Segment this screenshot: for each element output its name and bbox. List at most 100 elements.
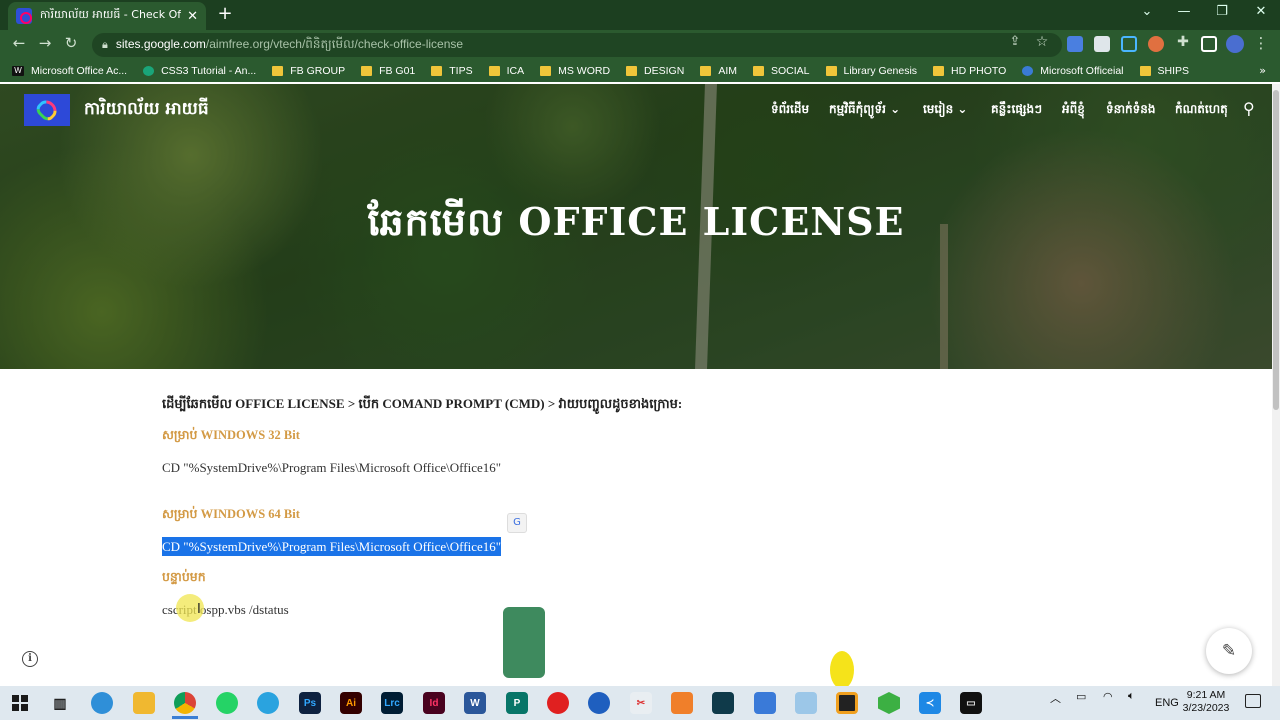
info-icon[interactable]: i	[22, 651, 38, 667]
app-yellow-icon[interactable]	[836, 692, 858, 714]
snipping-tool-icon[interactable]: ✂	[630, 692, 652, 714]
bookmark-item[interactable]: FB GROUP	[272, 65, 345, 77]
bookmark-item[interactable]: AIM	[700, 65, 737, 77]
task-view-icon[interactable]: ▥	[49, 692, 71, 714]
volume-icon[interactable]: 🔈︎	[1128, 690, 1135, 703]
extension-check-icon[interactable]	[1121, 36, 1137, 52]
nav-item-home[interactable]: ទំព័រដើម	[771, 101, 809, 119]
terminal-icon[interactable]: ▭	[960, 692, 982, 714]
bookmark-item[interactable]: SHIPS	[1139, 65, 1189, 77]
bookmark-item[interactable]: ICA	[488, 65, 524, 77]
bookmark-label: SOCIAL	[770, 65, 810, 77]
nav-item-contact[interactable]: ទំនាក់ទំនង	[1106, 101, 1156, 119]
folder-icon	[1139, 66, 1151, 76]
side-panel-icon[interactable]	[1201, 36, 1217, 52]
indesign-icon[interactable]: Id	[423, 692, 445, 714]
bookmark-label: FB G01	[379, 65, 416, 77]
bookmark-item[interactable]: CSS3 Tutorial - An...	[143, 65, 256, 77]
bookmark-item[interactable]: Microsoft Officeial	[1022, 65, 1124, 77]
site-name[interactable]: ការិយាល័យ អាយធី	[84, 98, 209, 123]
bookmark-label: MS WORD	[558, 65, 611, 77]
translate-selection-icon[interactable]: G	[507, 513, 527, 533]
text-cursor-icon: I	[197, 602, 201, 617]
extensions-puzzle-icon[interactable]: ✚	[1172, 34, 1194, 50]
battery-icon[interactable]: ▭	[1076, 690, 1086, 703]
back-icon[interactable]: ←	[8, 34, 30, 52]
edge-icon[interactable]	[91, 692, 113, 714]
profile-avatar[interactable]	[1226, 35, 1244, 53]
bookmark-label: Microsoft Officeial	[1040, 65, 1124, 77]
app-blue-circle-icon[interactable]	[588, 692, 610, 714]
maximize-button[interactable]: ❐	[1205, 4, 1239, 19]
language-indicator[interactable]: ENG	[1155, 697, 1179, 709]
scrollbar-thumb[interactable]	[1273, 90, 1279, 410]
nav-item-about[interactable]: អំពីខ្ញុំ	[1062, 101, 1085, 119]
extension-cookie-icon[interactable]	[1148, 36, 1164, 52]
notifications-icon[interactable]	[1245, 694, 1261, 708]
search-icon[interactable]: ⚲	[1243, 99, 1255, 118]
taskbar-clock[interactable]: 9:21 AM 3/23/2023	[1180, 689, 1232, 715]
nav-item-tips[interactable]: គន្លឹះផ្សេងៗ	[991, 101, 1042, 119]
bookmark-label: DESIGN	[644, 65, 685, 77]
word-icon[interactable]: W	[464, 692, 486, 714]
chrome-icon[interactable]	[174, 692, 196, 714]
extension-icon[interactable]	[1094, 36, 1110, 52]
bookmark-item[interactable]: DESIGN	[626, 65, 684, 77]
photoshop-icon[interactable]: Ps	[299, 692, 321, 714]
show-hidden-icons-icon[interactable]: ︿	[1050, 690, 1061, 706]
nav-item-software[interactable]: កម្មវិធីកុំព្យូទ័រ ⌄	[829, 101, 900, 119]
address-bar[interactable]: 🔒︎ sites.google.com/aimfree.org/vtech/ពិ…	[92, 33, 1062, 57]
app-dark-icon[interactable]	[712, 692, 734, 714]
publisher-icon[interactable]: P	[506, 692, 528, 714]
edit-pencil-button[interactable]: ✎	[1206, 628, 1252, 674]
browser-tab-active[interactable]: ការិយាល័យ អាយធី - Check Office ✕	[8, 2, 206, 30]
share-icon[interactable]: ⇪	[1004, 34, 1026, 49]
nav-item-log[interactable]: កំណត់ហេតុ	[1175, 101, 1228, 119]
bookmark-item[interactable]: TIPS	[431, 65, 473, 77]
vscode-icon[interactable]: ≺	[919, 692, 941, 714]
whatsapp-icon[interactable]	[216, 692, 238, 714]
bookmark-item[interactable]: HD PHOTO	[933, 65, 1006, 77]
tab-search-chevron-icon[interactable]: ⌄	[1130, 4, 1164, 19]
file-explorer-icon[interactable]	[133, 692, 155, 714]
folder-icon	[933, 66, 945, 76]
bookmark-item[interactable]: FB G01	[361, 65, 415, 77]
heart-logo-icon	[33, 96, 61, 124]
nav-item-lessons[interactable]: មេរៀន ⌄	[923, 101, 967, 119]
bookmark-star-icon[interactable]: ☆	[1031, 34, 1053, 50]
folder-icon	[626, 66, 638, 76]
acrobat-icon[interactable]	[547, 692, 569, 714]
folder-icon	[431, 66, 443, 76]
telegram-icon[interactable]	[257, 692, 279, 714]
yellow-overlay-shape	[830, 651, 854, 689]
forward-icon[interactable]: →	[34, 34, 56, 52]
reload-icon[interactable]: ↻	[60, 34, 82, 52]
windows-start-icon[interactable]	[12, 695, 28, 711]
folder-icon	[540, 66, 552, 76]
app-orange-icon[interactable]	[671, 692, 693, 714]
tab-close-icon[interactable]: ✕	[187, 9, 198, 24]
bookmark-item[interactable]: Library Genesis	[825, 65, 917, 77]
minimize-button[interactable]: —	[1167, 4, 1201, 19]
site-logo[interactable]	[24, 94, 70, 126]
menu-kebab-icon[interactable]: ⋮	[1250, 34, 1272, 52]
folder-icon	[825, 66, 837, 76]
app-blue-icon[interactable]	[754, 692, 776, 714]
app-light-icon[interactable]	[795, 692, 817, 714]
illustrator-icon[interactable]: Ai	[340, 692, 362, 714]
bookmark-label: CSS3 Tutorial - An...	[161, 65, 257, 77]
bookmark-label: Microsoft Office Ac...	[31, 65, 128, 77]
command-64bit[interactable]: CD "%SystemDrive%\Program Files\Microsof…	[162, 537, 502, 556]
translate-extension-icon[interactable]	[1067, 36, 1083, 52]
wifi-icon[interactable]: ◠	[1103, 690, 1113, 703]
bookmarks-overflow-button[interactable]: »	[1259, 64, 1266, 77]
chevron-down-icon: ⌄	[890, 102, 901, 116]
selected-text[interactable]: CD "%SystemDrive%\Program Files\Microsof…	[162, 537, 502, 556]
close-window-button[interactable]: ✕	[1244, 4, 1278, 19]
bookmark-item[interactable]: SOCIAL	[752, 65, 810, 77]
lightroom-classic-icon[interactable]: Lrc	[381, 692, 403, 714]
bookmark-item[interactable]: MS WORD	[540, 65, 610, 77]
command-32bit[interactable]: CD "%SystemDrive%\Program Files\Microsof…	[162, 460, 501, 476]
new-tab-button[interactable]: +	[214, 4, 236, 24]
bookmark-item[interactable]: W Microsoft Office Ac...	[12, 65, 127, 77]
